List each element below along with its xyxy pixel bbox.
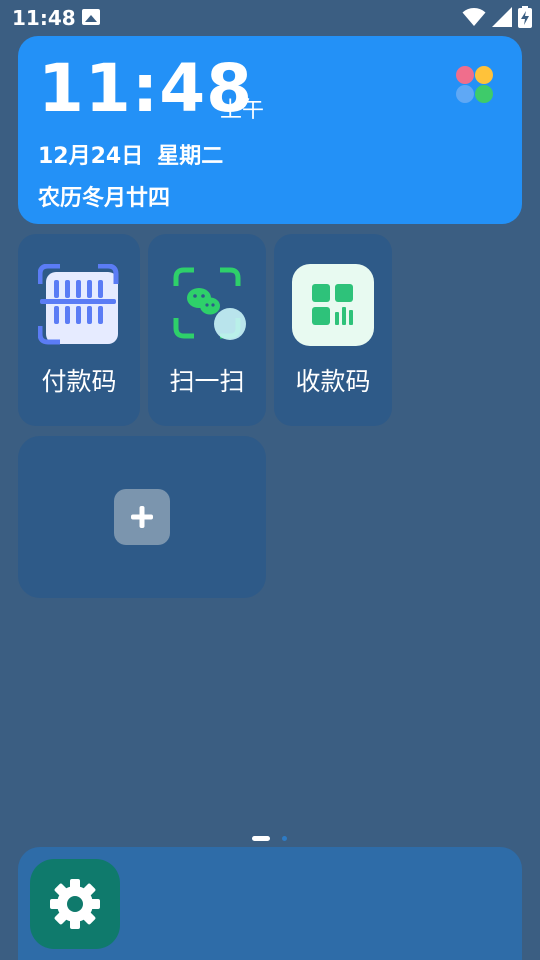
clock-weekday: 星期二 (157, 144, 224, 169)
shortcut-label: 付款码 (41, 367, 117, 396)
clock-lunar-date: 农历冬月廿四 (38, 186, 171, 211)
shortcut-scan[interactable]: 扫一扫 (148, 234, 266, 426)
clock-date-row: 12月24日 星期二 (38, 138, 223, 170)
signal-icon (492, 7, 512, 27)
page-dot (282, 836, 287, 841)
shortcut-label: 扫一扫 (169, 367, 245, 396)
add-shortcut-tile[interactable] (18, 436, 266, 598)
status-bar: 11:48 (0, 0, 540, 36)
battery-charging-icon (518, 6, 532, 28)
settings-gear-icon (50, 879, 100, 929)
settings-app[interactable] (30, 859, 120, 949)
image-icon (82, 9, 100, 25)
status-icons (462, 6, 532, 28)
wechat-scan-icon (166, 264, 248, 346)
clock-widget[interactable]: 11:48 上午 12月24日 星期二 农历冬月廿四 (18, 36, 522, 224)
shortcut-receive-code[interactable]: 收款码 (274, 234, 392, 426)
status-time: 11:48 (12, 6, 76, 30)
page-indicator (252, 836, 287, 841)
shortcut-pay-code[interactable]: 付款码 (18, 234, 140, 426)
shortcut-label: 收款码 (295, 367, 371, 396)
wifi-icon (462, 8, 486, 26)
page-dot-active (252, 836, 270, 841)
qr-grid-icon (292, 264, 374, 346)
barcode-scan-icon (37, 263, 120, 346)
clock-date: 12月24日 (38, 144, 144, 169)
dock (18, 847, 522, 960)
clock-ampm: 上午 (220, 98, 265, 123)
add-button[interactable] (114, 489, 170, 545)
color-petal-icon[interactable] (456, 66, 494, 104)
plus-icon (131, 506, 153, 528)
